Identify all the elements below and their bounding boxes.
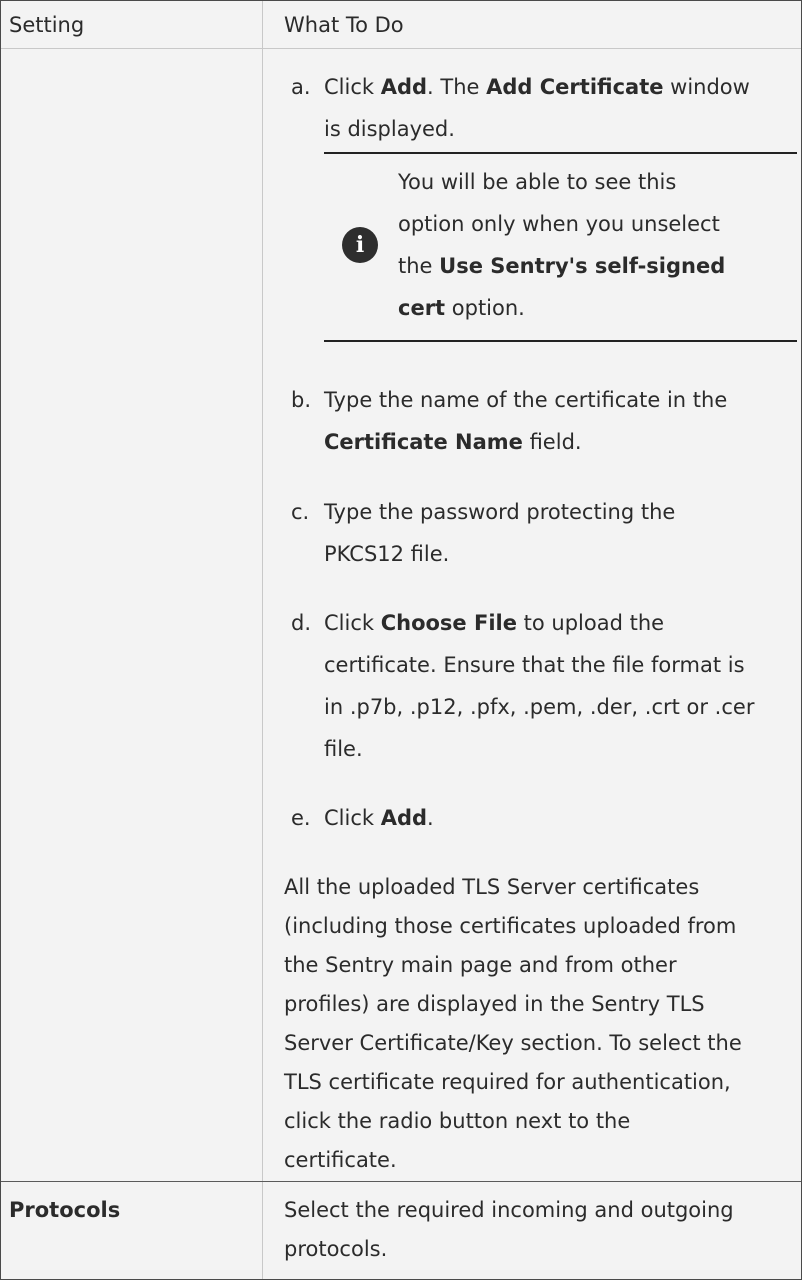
paragraph-line5: Server Certificate/Key section. To selec…	[284, 1031, 742, 1055]
step-d-line2: certificate. Ensure that the file format…	[324, 653, 745, 677]
step-d-marker: d.	[291, 611, 312, 635]
paragraph-line1: All the uploaded TLS Server certificates	[284, 875, 700, 899]
paragraph-line2: (including those certificates uploaded f…	[284, 914, 737, 938]
protocols-line1: Select the required incoming and outgoin…	[284, 1198, 734, 1222]
paragraph-line7: click the radio button next to the	[284, 1109, 631, 1133]
note-line2: option only when you unselect	[398, 212, 720, 236]
column-divider	[262, 1, 263, 1279]
note-bottom-rule	[324, 340, 797, 342]
note-top-rule	[324, 152, 797, 154]
step-a-line1: Click Add. The Add Certificate window	[324, 75, 750, 99]
note-line4: cert option.	[398, 296, 525, 320]
step-d-line3: in .p7b, .p12, .pfx, .pem, .der, .crt or…	[324, 695, 755, 719]
note-line1: You will be able to see this	[398, 170, 677, 194]
info-icon: i	[342, 227, 378, 263]
header-what-to-do: What To Do	[284, 13, 404, 37]
step-a-marker: a.	[291, 75, 311, 99]
paragraph-line4: profiles) are displayed in the Sentry TL…	[284, 992, 705, 1016]
paragraph-line6: TLS certificate required for authenticat…	[284, 1070, 731, 1094]
settings-table: Setting What To Do a. Click Add. The Add…	[0, 0, 802, 1280]
note-line3: the Use Sentry's self-signed	[398, 254, 726, 278]
paragraph-line3: the Sentry main page and from other	[284, 953, 677, 977]
step-d-line1: Click Choose File to upload the	[324, 611, 665, 635]
step-b-line2: Certificate Name field.	[324, 430, 582, 454]
step-d-line4: file.	[324, 737, 363, 761]
row-divider	[1, 1181, 801, 1182]
header-setting: Setting	[9, 13, 85, 37]
step-b-marker: b.	[291, 388, 312, 412]
protocols-line2: protocols.	[284, 1237, 388, 1261]
step-c-line2: PKCS12 file.	[324, 542, 450, 566]
paragraph-line8: certificate.	[284, 1148, 397, 1172]
protocols-setting: Protocols	[9, 1198, 121, 1222]
step-c-marker: c.	[291, 500, 310, 524]
header-divider	[1, 48, 801, 49]
step-b-line1: Type the name of the certificate in the	[324, 388, 728, 412]
step-a-line2: is displayed.	[324, 117, 455, 141]
step-e-marker: e.	[291, 806, 311, 830]
step-c-line1: Type the password protecting the	[324, 500, 676, 524]
step-e-line1: Click Add.	[324, 806, 434, 830]
